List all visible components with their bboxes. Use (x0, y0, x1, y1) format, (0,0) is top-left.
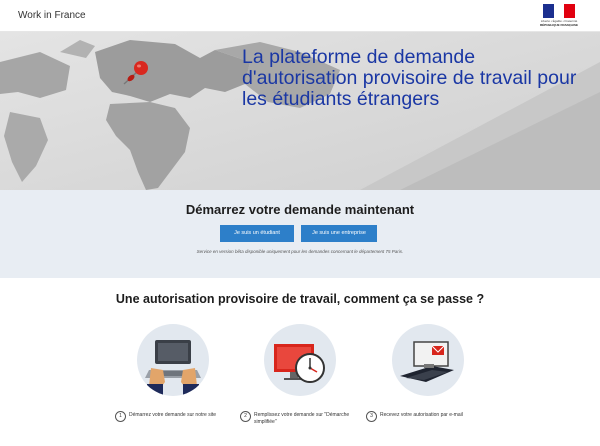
clock-monitor-icon (274, 344, 325, 383)
logo-label: RÉPUBLIQUE FRANÇAISE (539, 23, 578, 27)
step-text: Recevez votre autorisation par e-mail (380, 412, 463, 418)
cta-section: Démarrez votre demande maintenant Je sui… (0, 190, 600, 278)
step-text: Remplissez votre demande sur "Démarche s… (254, 412, 350, 425)
french-flag-icon (543, 4, 576, 18)
step-text: Démarrez votre demande sur notre site (129, 412, 216, 418)
step-number: 3 (366, 411, 377, 422)
step-number: 2 (240, 411, 251, 422)
step-1: 1 Démarrez votre demande sur notre site (115, 411, 240, 435)
company-button[interactable]: Je suis une entreprise (301, 225, 377, 242)
step-2: 2 Remplissez votre demande sur "Démarche… (240, 411, 365, 435)
how-it-works-title: Une autorisation provisoire de travail, … (115, 292, 485, 306)
step-2-illustration (264, 324, 336, 396)
hero-title: La plateforme de demande d'autorisation … (242, 46, 577, 110)
cta-title: Démarrez votre demande maintenant (185, 202, 415, 217)
beta-notice: Service en version bêta disponible uniqu… (196, 249, 404, 254)
student-button[interactable]: Je suis un étudiant (220, 225, 294, 242)
republique-francaise-logo[interactable]: Liberté • Égalité • Fraternité RÉPUBLIQU… (536, 4, 582, 28)
laptop-icon (145, 340, 201, 396)
step-1-illustration (137, 324, 209, 396)
brand-link[interactable]: Work in France (18, 10, 86, 21)
step-3: 3 Recevez votre autorisation par e-mail (366, 411, 491, 435)
site-header: Work in France Liberté • Égalité • Frate… (0, 0, 600, 32)
step-number: 1 (115, 411, 126, 422)
step-3-illustration (392, 324, 464, 396)
hero-banner: La plateforme de demande d'autorisation … (0, 32, 600, 190)
mail-icon (400, 341, 454, 382)
